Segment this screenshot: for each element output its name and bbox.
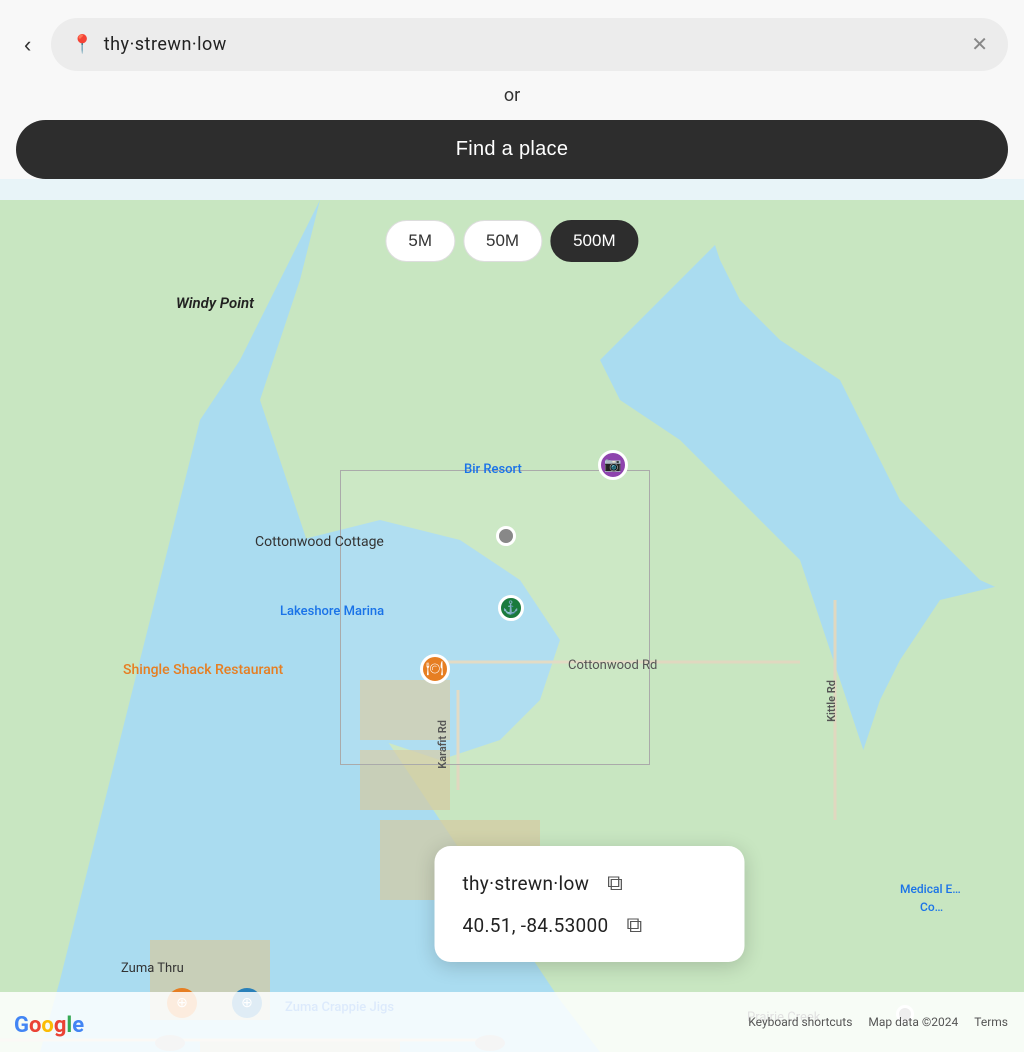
- find-place-button[interactable]: Find a place: [16, 120, 1008, 179]
- search-row: ‹ 📍 thy·strewn·low ✕: [16, 18, 1008, 71]
- location-icon: 📍: [71, 34, 93, 55]
- bir-resort-pin[interactable]: 📷: [598, 450, 628, 480]
- karafit-rd-label: Karafit Rd: [436, 720, 449, 769]
- coords-text: 40.51, -84.53000: [463, 914, 609, 937]
- range-5m-button[interactable]: 5M: [385, 220, 455, 262]
- copy-w3w-button[interactable]: ⧉: [605, 868, 625, 898]
- lakeshore-marina-pin[interactable]: ⚓: [498, 595, 524, 621]
- google-logo: Google: [14, 1013, 84, 1038]
- range-50m-button[interactable]: 50M: [463, 220, 542, 262]
- cottonwood-cottage-pin[interactable]: [496, 526, 516, 546]
- w3w-row: thy·strewn·low ⧉: [463, 868, 717, 898]
- keyboard-shortcuts-link[interactable]: Keyboard shortcuts: [748, 1015, 852, 1029]
- map-container[interactable]: 5M 50M 500M ⚓ 🍽 📷 ⊕ ⊕ Windy Point Bir Re…: [0, 200, 1024, 1052]
- kittle-rd-label: Kittle Rd: [825, 680, 838, 722]
- shingle-shack-pin[interactable]: 🍽: [420, 654, 450, 684]
- coords-row: 40.51, -84.53000 ⧉: [463, 910, 717, 940]
- header: ‹ 📍 thy·strewn·low ✕ or Find a place: [0, 0, 1024, 179]
- search-box: 📍 thy·strewn·low ✕: [51, 18, 1008, 71]
- map-data-text: Map data ©2024: [868, 1015, 958, 1029]
- search-input[interactable]: thy·strewn·low: [104, 34, 961, 55]
- info-popup: thy·strewn·low ⧉ 40.51, -84.53000 ⧉: [435, 846, 745, 962]
- copy-coords-button[interactable]: ⧉: [624, 910, 644, 940]
- range-buttons: 5M 50M 500M: [385, 220, 638, 262]
- range-500m-button[interactable]: 500M: [550, 220, 639, 262]
- back-button[interactable]: ‹: [16, 28, 39, 62]
- w3w-text: thy·strewn·low: [463, 872, 590, 895]
- terms-link[interactable]: Terms: [974, 1015, 1008, 1029]
- bottom-bar: Keyboard shortcuts Map data ©2024 Terms: [0, 992, 1024, 1052]
- or-text: or: [16, 85, 1008, 106]
- clear-button[interactable]: ✕: [971, 32, 988, 57]
